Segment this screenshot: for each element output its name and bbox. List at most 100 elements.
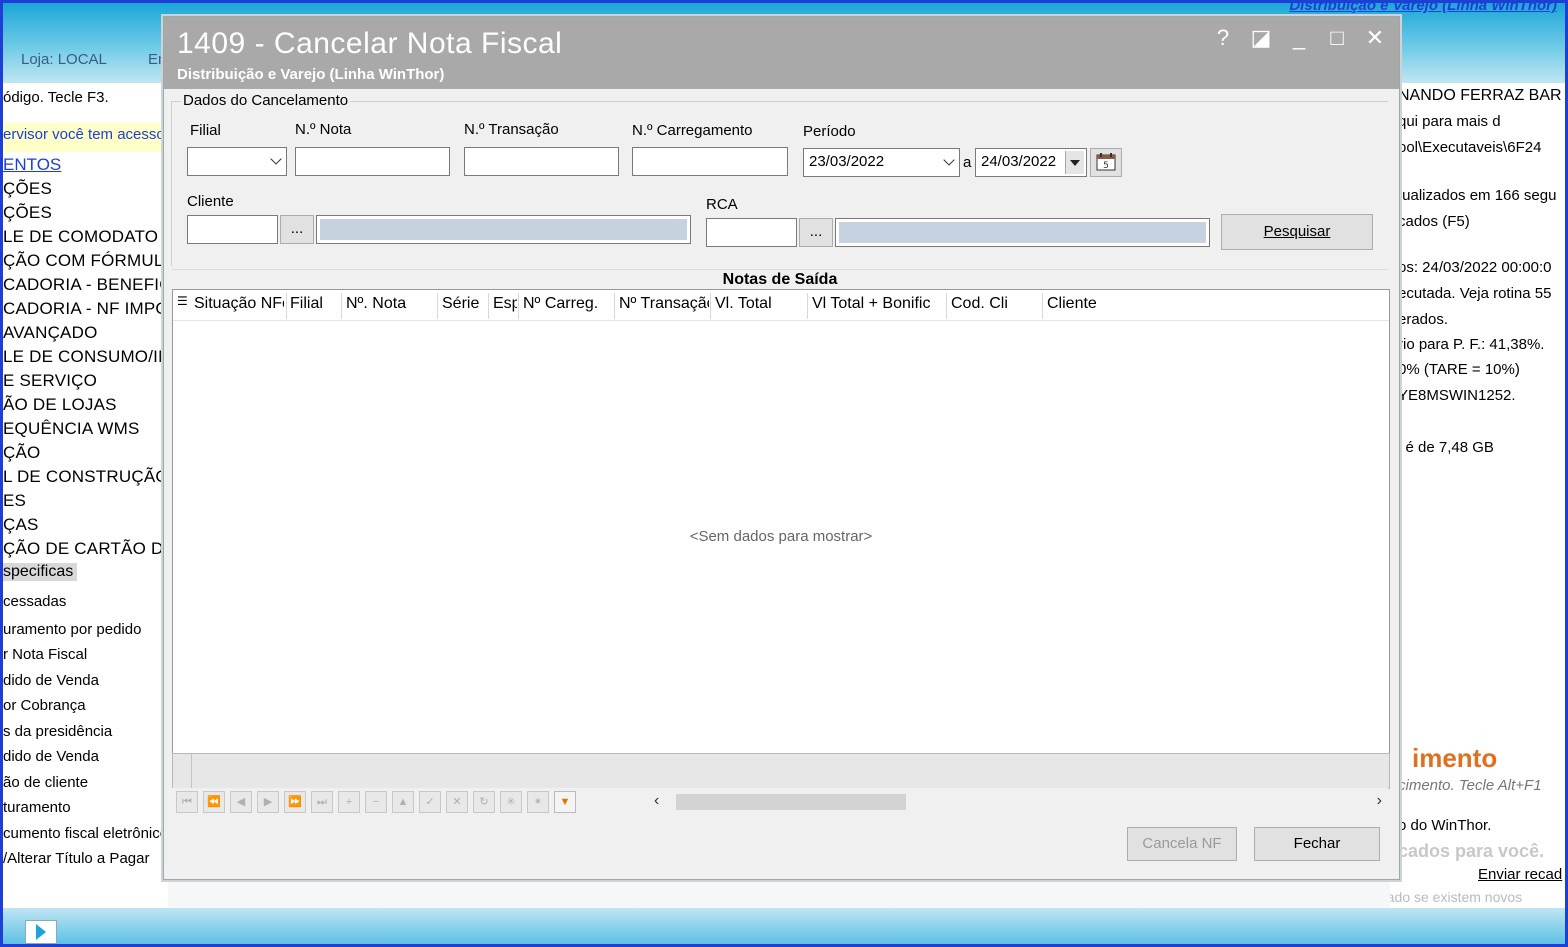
- taskbar-arrow-button[interactable]: [25, 920, 57, 944]
- background-menu-item[interactable]: uramento por pedido: [3, 621, 141, 638]
- cliente-label: Cliente: [187, 193, 234, 210]
- rca-code-input[interactable]: [706, 218, 797, 247]
- prev-page-icon[interactable]: ⏪: [203, 791, 225, 813]
- next-page-icon[interactable]: ⏩: [284, 791, 306, 813]
- cancel-invoice-dialog: 1409 - Cancelar Nota Fiscal Distribuição…: [163, 16, 1400, 880]
- delete-icon[interactable]: −: [365, 791, 387, 813]
- help-icon[interactable]: ?: [1211, 25, 1235, 51]
- filial-select[interactable]: [187, 147, 287, 176]
- background-menu-item[interactable]: or Cobrança: [3, 697, 86, 714]
- app-title-link[interactable]: Distribuição e Varejo (Linha WinThor): [1289, 0, 1557, 14]
- edit-icon[interactable]: ▲: [392, 791, 414, 813]
- periodo-start-date[interactable]: 23/03/2022: [803, 148, 960, 177]
- carregamento-input[interactable]: [632, 147, 788, 176]
- background-menu-item[interactable]: ÇÃO: [3, 443, 40, 463]
- arrow-right-icon: [36, 924, 46, 940]
- column-header[interactable]: Série: [442, 295, 486, 313]
- background-info-line: NANDO FERRAZ BAR: [1398, 87, 1562, 104]
- background-info-line: rio para P. F.: 41,38%.: [1398, 336, 1545, 353]
- background-menu-item[interactable]: dido de Venda: [3, 672, 99, 689]
- dialog-titlebar[interactable]: 1409 - Cancelar Nota Fiscal Distribuição…: [164, 17, 1399, 89]
- maximize-icon[interactable]: □: [1325, 25, 1349, 51]
- transacao-input[interactable]: [464, 147, 619, 176]
- horizontal-scrollbar[interactable]: ‹ ›: [654, 792, 1382, 812]
- background-menu-item[interactable]: AVANÇADO: [3, 323, 98, 343]
- column-header[interactable]: Vl. Total: [715, 295, 803, 313]
- rca-lookup-button[interactable]: ...: [799, 218, 833, 247]
- dropdown-button[interactable]: [1065, 151, 1084, 174]
- background-menu-item[interactable]: ENTOS: [3, 155, 61, 175]
- background-menu-item[interactable]: cessadas: [3, 593, 66, 610]
- background-menu-item[interactable]: dido de Venda: [3, 748, 99, 765]
- nota-input[interactable]: [295, 147, 450, 176]
- taskbar: [3, 908, 1565, 944]
- background-menu-item[interactable]: specificas: [3, 563, 78, 581]
- background-menu-item[interactable]: ÇÃO DE CARTÃO DE: [3, 539, 168, 559]
- info-text: A cada 30 seg. é verificado se existem n…: [1390, 889, 1523, 905]
- calendar-button[interactable]: 5: [1090, 148, 1122, 177]
- background-menu-item[interactable]: ES: [3, 491, 26, 511]
- notas-grid: ☰ Situação NFe Filial Nº. Nota Série Esp…: [172, 289, 1390, 755]
- fechar-button[interactable]: Fechar: [1254, 827, 1380, 861]
- filter-icon[interactable]: ▼: [554, 791, 576, 813]
- background-menu-item[interactable]: CADORIA - NF IMPORTAÇÃO: [3, 299, 168, 319]
- scroll-right-icon[interactable]: ›: [1377, 792, 1382, 810]
- restore-window-icon[interactable]: ◪: [1249, 25, 1273, 51]
- background-menu-item[interactable]: E SERVIÇO: [3, 371, 97, 391]
- grid-header: ☰ Situação NFe Filial Nº. Nota Série Esp…: [173, 290, 1389, 321]
- cliente-code-input[interactable]: [187, 215, 278, 244]
- pesquisar-button[interactable]: Pesquisar: [1221, 214, 1373, 250]
- background-menu-item[interactable]: ÇÕES: [3, 179, 52, 199]
- column-header[interactable]: Nº Carreg.: [523, 295, 613, 313]
- background-menu-item[interactable]: r Nota Fiscal: [3, 646, 87, 663]
- background-menu-item[interactable]: EQUÊNCIA WMS: [3, 419, 140, 439]
- insert-icon[interactable]: +: [338, 791, 360, 813]
- next-record-icon[interactable]: ▶: [257, 791, 279, 813]
- background-menu-item[interactable]: ÇÕES: [3, 203, 52, 223]
- background-menu-item[interactable]: turamento: [3, 799, 71, 816]
- column-header[interactable]: Nº. Nota: [346, 295, 436, 313]
- column-header[interactable]: Cliente: [1047, 295, 1247, 313]
- close-icon[interactable]: ✕: [1363, 25, 1387, 51]
- dialog-subtitle: Distribuição e Varejo (Linha WinThor): [177, 66, 445, 83]
- cancel-edit-icon[interactable]: ✕: [446, 791, 468, 813]
- refresh-icon[interactable]: ↻: [473, 791, 495, 813]
- column-chooser-icon[interactable]: ☰: [177, 294, 188, 308]
- background-info-line: YE8MSWIN1252.: [1398, 387, 1516, 404]
- last-record-icon[interactable]: ⏭: [311, 791, 333, 813]
- column-header[interactable]: Vl Total + Bonific: [812, 295, 942, 313]
- column-header[interactable]: Filial: [290, 295, 340, 313]
- background-menu-item[interactable]: LE DE CONSUMO/IMOBILIZADO: [3, 347, 168, 367]
- prev-record-icon[interactable]: ◀: [230, 791, 252, 813]
- background-menu-item[interactable]: LE DE COMODATO: [3, 227, 158, 247]
- first-record-icon[interactable]: ⏮: [176, 791, 198, 813]
- column-header[interactable]: Nº Transação: [619, 295, 709, 313]
- post-icon[interactable]: ✓: [419, 791, 441, 813]
- chevron-down-icon: [270, 153, 282, 165]
- column-header[interactable]: Situação NFe: [194, 295, 284, 313]
- scroll-left-icon[interactable]: ‹: [654, 792, 659, 810]
- background-menu-item[interactable]: ão de cliente: [3, 774, 88, 791]
- dialog-title: 1409 - Cancelar Nota Fiscal: [177, 27, 563, 60]
- background-menu-item[interactable]: s da presidência: [3, 723, 112, 740]
- goto-bookmark-icon[interactable]: ✴: [527, 791, 549, 813]
- periodo-end-date[interactable]: 24/03/2022: [975, 148, 1087, 177]
- background-menu-item[interactable]: ervisor você tem acesso: [3, 123, 168, 152]
- column-header[interactable]: Espécie: [493, 295, 517, 313]
- background-menu-item[interactable]: cumento fiscal eletrônico: [3, 825, 168, 842]
- background-menu-item[interactable]: ÇAS: [3, 515, 39, 535]
- column-header[interactable]: Cod. Cli: [951, 295, 1039, 313]
- bookmark-icon[interactable]: ✳: [500, 791, 522, 813]
- background-menu-item[interactable]: CADORIA - BENEFICIO: [3, 275, 168, 295]
- scroll-thumb[interactable]: [676, 794, 906, 810]
- background-menu-item[interactable]: ÇÃO COM FÓRMULA: [3, 251, 168, 271]
- cliente-lookup-button[interactable]: ...: [280, 215, 314, 244]
- minimize-icon[interactable]: _: [1287, 25, 1311, 51]
- background-info-line: cados (F5): [1398, 213, 1470, 230]
- background-menu-item[interactable]: ódigo. Tecle F3.: [3, 89, 109, 106]
- brand-text: imento: [1412, 743, 1498, 773]
- background-menu-item[interactable]: ÃO DE LOJAS: [3, 395, 117, 415]
- background-menu-item[interactable]: /Alterar Título a Pagar: [3, 850, 149, 867]
- background-menu-item[interactable]: L DE CONSTRUÇÃO: [3, 467, 168, 487]
- cancela-nf-button[interactable]: Cancela NF: [1127, 827, 1237, 861]
